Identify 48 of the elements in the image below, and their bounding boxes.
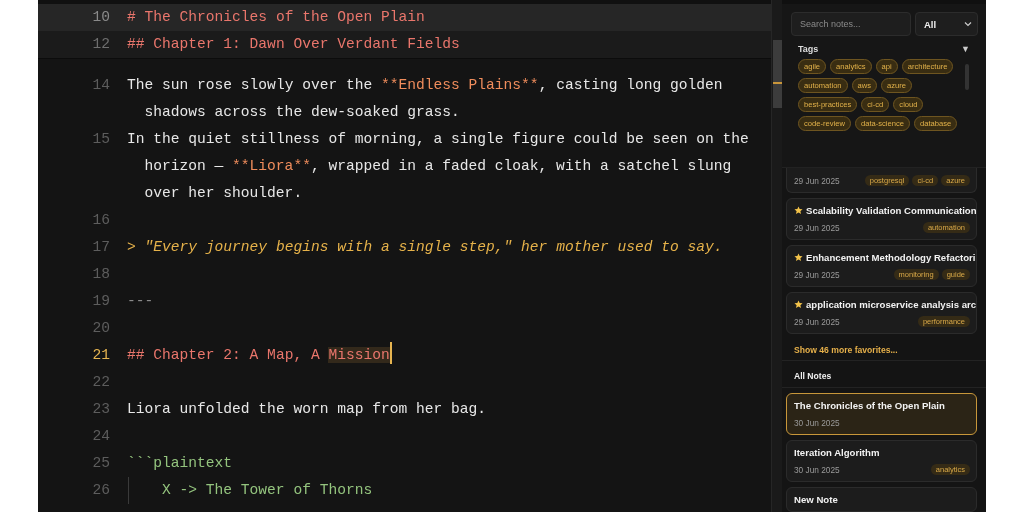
show-more-link[interactable]: Show 46 more favorites...: [794, 344, 898, 355]
note-title: Scalability Validation Communication: [806, 204, 977, 216]
line-number: 10: [91, 8, 110, 27]
text-cursor: [389, 342, 392, 364]
text-line: > "Every journey begins with a single step," her mother used to say.: [127, 238, 724, 257]
line-number: 15: [91, 130, 110, 149]
line-number: 16: [91, 211, 110, 230]
line-number: 19: [91, 292, 110, 311]
tags-heading: Tags: [798, 44, 819, 54]
note-date: 29 Jun 2025: [794, 269, 840, 280]
note-card[interactable]: The Chronicles of the Open Plain 30 Jun 2025: [786, 392, 977, 435]
text-line: Liora unfolded the worn map from her bag.: [127, 400, 488, 419]
note-card[interactable]: New Note: [786, 486, 977, 512]
note-date: 30 Jun 2025: [794, 464, 840, 475]
collapse-toggle[interactable]: ▼: [961, 44, 970, 54]
text-line: ## Chapter 2: A Map, A Mission: [127, 342, 771, 369]
section-heading: All Notes: [794, 370, 832, 381]
text-line: In the quiet stillness of morning, a single figure could be seen on the horizon — **Liora**, wrapped in a faded cloak, with a satchel slung over her shoulder.: [127, 130, 750, 203]
search-field[interactable]: Search notes...: [791, 12, 911, 36]
text-line: ---: [127, 292, 155, 311]
line-number: 22: [91, 373, 110, 392]
note-title: Iteration Algorithm: [794, 446, 880, 458]
line-number: 20: [91, 319, 110, 338]
note-title: application microservice analysis arc: [806, 298, 977, 310]
note-title: The Chronicles of the Open Plain: [794, 399, 945, 411]
scroll-marker: [773, 82, 782, 84]
line-number: 12: [91, 35, 110, 54]
text-line: The sun rose slowly over the **Endless Plains**, casting long golden shadows across the dew-soaked grass.: [127, 76, 724, 122]
note-date: 30 Jun 2025: [794, 417, 840, 428]
note-date: 29 Jun 2025: [794, 175, 840, 186]
note-date: 29 Jun 2025: [794, 316, 840, 327]
note-title: New Note: [794, 493, 838, 505]
line-number: 24: [91, 427, 110, 446]
line-number: 17: [91, 238, 110, 257]
text-line: # The Chronicles of the Open Plain: [127, 8, 426, 27]
line-number: 18: [91, 265, 110, 284]
line-number: 14: [91, 76, 110, 95]
note-title: Enhancement Methodology Refactori: [806, 251, 976, 263]
scrollbar-thumb[interactable]: [773, 40, 782, 108]
line-number: 26: [91, 481, 110, 500]
line-number: 23: [91, 400, 110, 419]
note-date: 29 Jun 2025: [794, 222, 840, 233]
line-number: 25: [91, 454, 110, 473]
filter-dropdown[interactable]: All: [915, 12, 978, 36]
text-line: ## Chapter 1: Dawn Over Verdant Fields: [127, 35, 461, 54]
text-line: ```plaintext: [127, 454, 234, 473]
line-number: 21: [91, 346, 110, 365]
chevron-down-icon: [964, 21, 972, 27]
